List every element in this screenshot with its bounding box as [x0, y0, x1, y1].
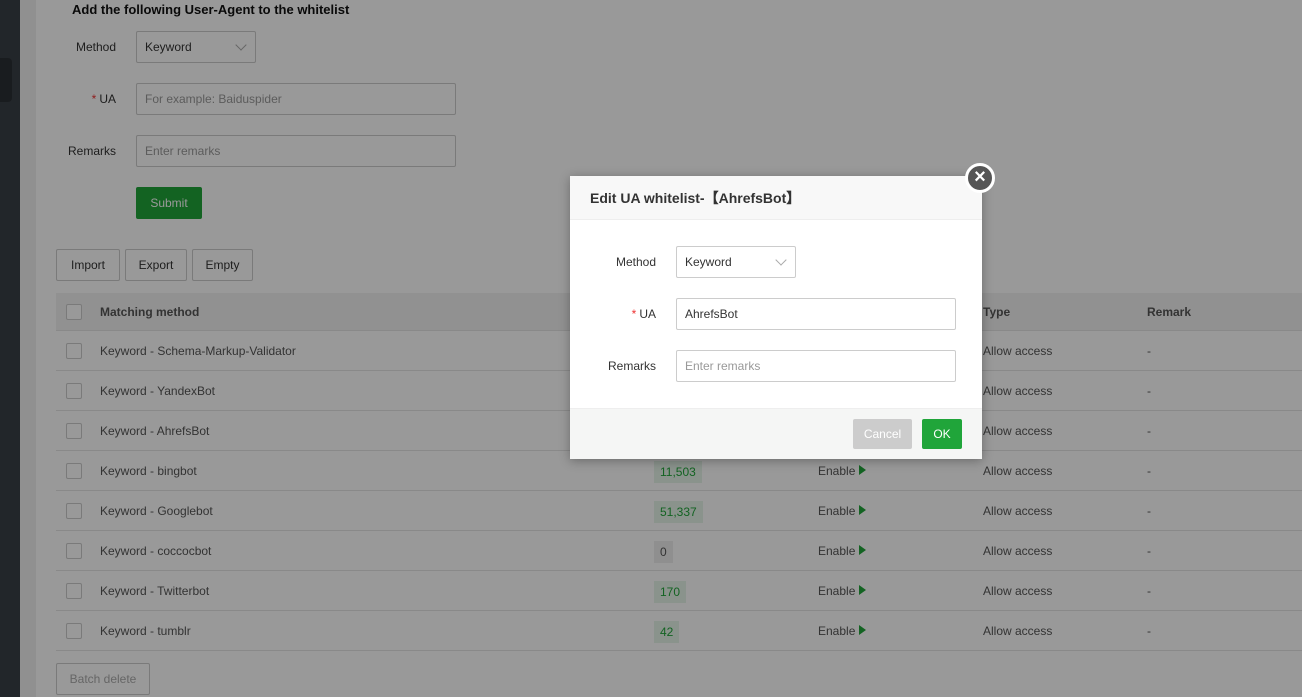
ok-button[interactable]: OK	[922, 419, 962, 449]
modal-title: Edit UA whitelist-【AhrefsBot】	[570, 176, 982, 220]
close-icon[interactable]: ×	[965, 163, 995, 193]
modal-ua-label: * UA	[576, 307, 656, 321]
modal-remarks-placeholder: Enter remarks	[685, 359, 761, 373]
modal-ua-input[interactable]: AhrefsBot	[676, 298, 956, 330]
modal-footer: Cancel OK	[570, 408, 982, 459]
modal-remarks-label: Remarks	[607, 359, 656, 373]
modal-method-value: Keyword	[685, 255, 732, 269]
required-mark: *	[631, 307, 637, 321]
modal-ua-label-text: UA	[639, 307, 656, 321]
edit-ua-modal: Edit UA whitelist-【AhrefsBot】 Method Key…	[570, 176, 982, 459]
chevron-down-icon	[775, 254, 787, 266]
cancel-button[interactable]: Cancel	[853, 419, 912, 449]
modal-method-label: Method	[615, 255, 656, 269]
modal-ua-value: AhrefsBot	[685, 307, 738, 321]
modal-remarks-input[interactable]: Enter remarks	[676, 350, 956, 382]
modal-method-select[interactable]: Keyword	[676, 246, 796, 278]
